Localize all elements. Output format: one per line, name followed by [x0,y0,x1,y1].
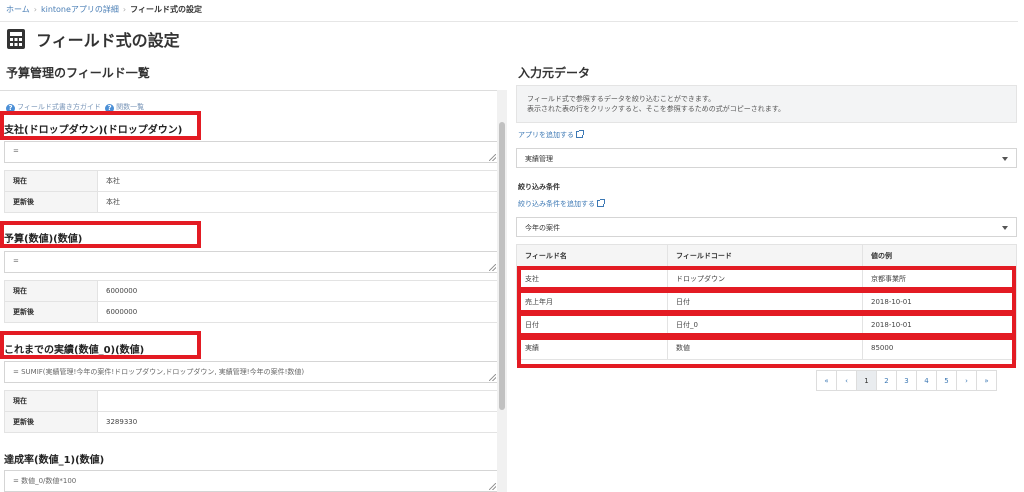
highlight-box [517,266,1016,291]
resize-handle-icon[interactable] [489,483,496,490]
table-row: 更新後 6000000 [4,301,498,323]
field-title-achievement-rate: 達成率(数値_1)(数値) [4,455,105,466]
breadcrumb-separator: › [122,5,127,14]
page-2-button[interactable]: 2 [876,370,897,391]
value-preview-budget: 現在 6000000 更新後 6000000 [4,280,498,323]
formula-input-achievement-rate[interactable]: = 数値_0/数値*100 [4,470,498,492]
resize-handle-icon[interactable] [489,264,496,271]
filter-select-value: 今年の案件 [525,224,560,232]
page-3-button[interactable]: 3 [896,370,917,391]
pagination: « ‹ 1 2 3 4 5 › » [816,370,997,391]
first-page-button[interactable]: « [816,370,837,391]
value-label: 現在 [4,280,98,302]
value-label: 現在 [4,170,98,192]
external-link-icon [576,130,584,138]
scrollbar-thumb[interactable] [499,122,505,410]
highlight-box [517,336,1016,368]
next-page-button[interactable]: › [956,370,977,391]
value-preview-actual-so-far: 現在 更新後 3289330 [4,390,498,433]
header-divider [0,21,1018,22]
app-select[interactable]: 実績管理 [516,148,1017,168]
highlight-box [0,111,201,140]
page-1-button[interactable]: 1 [856,370,877,391]
field-list-heading: 予算管理のフィールド一覧 [6,66,150,80]
table-row: 更新後 本社 [4,191,498,213]
value-label: 更新後 [4,191,98,213]
table-row: 更新後 3289330 [4,411,498,433]
breadcrumb-home-link[interactable]: ホーム [6,5,30,14]
table-row: 現在 6000000 [4,280,498,302]
calculator-icon [7,29,25,49]
external-link-icon [597,199,605,207]
field-list-content: ? フィールド式書き方ガイド ? 関数一覧 支社(ドロップダウン)(ドロップダウン)… [0,90,498,492]
chevron-down-icon [1002,226,1008,230]
page-4-button[interactable]: 4 [916,370,937,391]
formula-input-actual-so-far[interactable]: = SUMIF(実績管理!今年の案件!ドロップダウン,ドロップダウン, 実績管理… [4,361,498,383]
last-page-button[interactable]: » [976,370,997,391]
value-cell: 3289330 [97,411,498,433]
filter-select[interactable]: 今年の案件 [516,217,1017,237]
input-data-heading: 入力元データ [518,66,591,80]
highlight-box [0,221,201,248]
value-cell: 本社 [97,170,498,192]
column-header: 値の例 [862,244,1017,268]
info-text-line: フィールド式で参照するデータを絞り込むことができます。 [527,95,716,103]
add-filter-label: 絞り込み条件を追加する [518,200,595,208]
value-cell: 6000000 [97,301,498,323]
breadcrumb-separator: › [33,5,37,14]
function-list-link[interactable]: 関数一覧 [116,103,144,111]
page-title: フィールド式の設定 [36,31,180,50]
highlight-box [0,331,201,359]
formula-guide-link[interactable]: フィールド式書き方ガイド [17,103,101,111]
table-header-row: フィールド名 フィールドコード 値の例 [516,244,1017,268]
value-preview-branch: 現在 本社 更新後 本社 [4,170,498,213]
breadcrumb-app-detail-link[interactable]: kintoneアプリの詳細 [41,5,119,14]
page-5-button[interactable]: 5 [936,370,957,391]
field-list-panel: ? フィールド式書き方ガイド ? 関数一覧 支社(ドロップダウン)(ドロップダウン)… [0,90,507,492]
formula-text: = [13,257,19,265]
filter-condition-label: 絞り込み条件 [518,183,560,191]
highlight-box [517,312,1016,337]
value-cell [97,390,498,412]
breadcrumb: ホーム › kintoneアプリの詳細 › フィールド式の設定 [6,4,202,15]
value-cell: 6000000 [97,280,498,302]
page-header: フィールド式の設定 [6,26,180,52]
formula-text: = [13,147,19,155]
formula-input-branch[interactable]: = [4,141,498,163]
info-box: フィールド式で参照するデータを絞り込むことができます。 表示された表の行をクリッ… [516,85,1017,123]
formula-text: = 数値_0/数値*100 [13,477,77,485]
app-select-value: 実績管理 [525,155,553,163]
value-label: 更新後 [4,411,98,433]
resize-handle-icon[interactable] [489,374,496,381]
value-label: 現在 [4,390,98,412]
chevron-down-icon [1002,157,1008,161]
resize-handle-icon[interactable] [489,154,496,161]
value-label: 更新後 [4,301,98,323]
formula-input-budget[interactable]: = [4,251,498,273]
formula-text: = SUMIF(実績管理!今年の案件!ドロップダウン,ドロップダウン, 実績管理… [13,368,305,376]
column-header: フィールド名 [516,244,668,268]
column-header: フィールドコード [667,244,863,268]
highlight-box [517,289,1016,314]
table-row: 現在 本社 [4,170,498,192]
prev-page-button[interactable]: ‹ [836,370,857,391]
breadcrumb-current: フィールド式の設定 [130,5,202,14]
add-app-label: アプリを追加する [518,131,574,139]
table-row: 現在 [4,390,498,412]
info-text-line: 表示された表の行をクリックすると、そこを参照するための式がコピーされます。 [527,105,786,113]
value-cell: 本社 [97,191,498,213]
add-app-link[interactable]: アプリを追加する [518,130,584,140]
add-filter-link[interactable]: 絞り込み条件を追加する [518,199,605,209]
